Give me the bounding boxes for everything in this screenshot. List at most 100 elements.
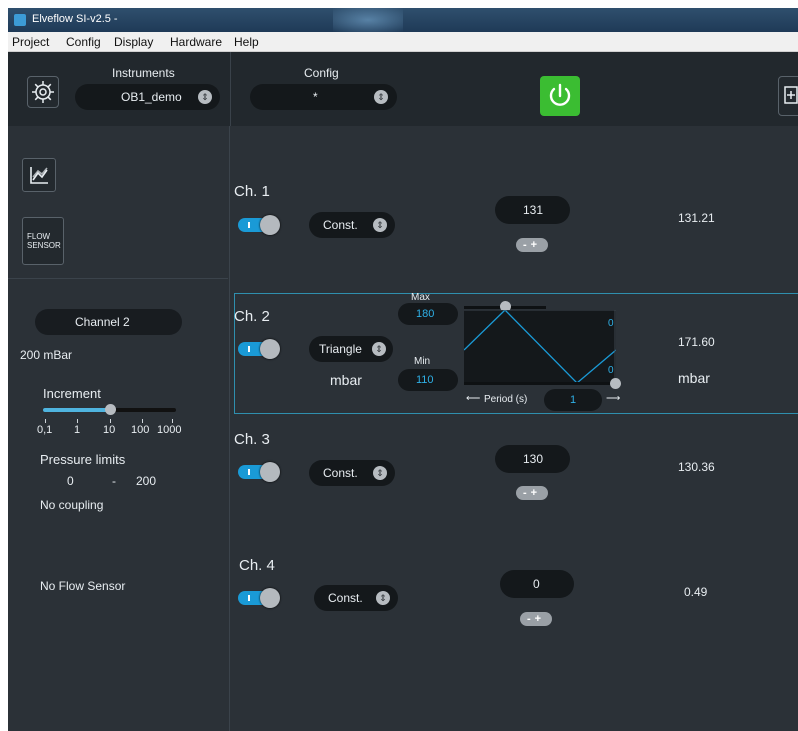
channel-1-mode-select[interactable]: Const. ⇕ [309, 212, 395, 238]
increment-tick-label: 1 [74, 424, 81, 436]
channel-2-reading: 171.60 [678, 335, 715, 349]
plot-button[interactable] [22, 158, 56, 192]
app-area: Instruments OB1_demo ⇕ Config * ⇕ FLOW S… [8, 52, 798, 731]
flow-label-line-1: FLOW [27, 232, 51, 241]
spinner-icon: ⇕ [198, 90, 212, 104]
channel-3-mode-select[interactable]: Const. ⇕ [309, 460, 395, 486]
menu-display[interactable]: Display [114, 35, 153, 49]
toggle-thumb [260, 339, 280, 359]
menu-hardware[interactable]: Hardware [170, 35, 222, 49]
app-icon [14, 14, 26, 26]
flow-sensor-button[interactable]: FLOW SENSOR [22, 217, 64, 265]
channel-3-reading: 130.36 [678, 460, 715, 474]
menu-bar: Project Config Display Hardware Help [8, 32, 798, 52]
pressure-limit-min: 0 [67, 474, 74, 488]
channel-2-min-field[interactable]: 110 [398, 369, 458, 391]
toggle-thumb [260, 462, 280, 482]
config-value: * [313, 90, 318, 104]
channel-4-toggle[interactable] [238, 588, 280, 608]
menu-config[interactable]: Config [66, 35, 101, 49]
channel-3-mode: Const. [323, 466, 358, 480]
toggle-on-mark [248, 595, 250, 601]
chart-icon [30, 167, 48, 184]
flow-label-line-2: SENSOR [27, 241, 61, 250]
channel-4-stepper[interactable]: -+ [520, 612, 552, 626]
channel-2-period-label: Period (s) [484, 394, 528, 405]
channel-4-setpoint: 0 [533, 577, 540, 591]
channel-select-value: Channel 2 [75, 315, 130, 329]
channel-4-mode-select[interactable]: Const. ⇕ [314, 585, 398, 611]
title-glow [333, 8, 403, 32]
channel-3-toggle[interactable] [238, 462, 280, 482]
increment-tick [110, 419, 111, 423]
waveform-bottom-label: 0 [608, 365, 614, 376]
spinner-icon: ⇕ [372, 342, 386, 356]
channel-3-stepper[interactable]: -+ [516, 486, 548, 500]
channel-4-reading: 0.49 [684, 585, 708, 599]
top-bar: Instruments OB1_demo ⇕ Config * ⇕ [8, 52, 798, 126]
channel-2-toggle[interactable] [238, 339, 280, 359]
increment-tick [77, 419, 78, 423]
power-button[interactable] [540, 76, 580, 116]
pressure-limit-max: 200 [136, 474, 157, 488]
left-arrow-icon[interactable]: ⟵ [466, 393, 480, 404]
channel-4-setpoint-field[interactable]: 0 [500, 570, 574, 598]
increment-tick [45, 419, 46, 423]
coupling-status: No coupling [40, 498, 104, 512]
power-icon [549, 83, 571, 106]
increment-tick-label: 0,1 [37, 424, 53, 436]
channel-3-setpoint-field[interactable]: 130 [495, 445, 570, 473]
channel-3-title: Ch. 3 [234, 431, 270, 448]
menu-help[interactable]: Help [234, 35, 259, 49]
channel-1-title: Ch. 1 [234, 183, 270, 200]
channel-select[interactable]: Channel 2 [35, 309, 182, 335]
instrument-select[interactable]: OB1_demo ⇕ [75, 84, 220, 110]
increment-tick [142, 419, 143, 423]
waveform-preview: 0 0 [463, 309, 617, 384]
config-select[interactable]: * ⇕ [250, 84, 397, 110]
channel-3-setpoint: 130 [523, 452, 544, 466]
right-arrow-icon[interactable]: ⟶ [606, 393, 620, 404]
menu-project[interactable]: Project [12, 35, 49, 49]
channel-2-max-value: 180 [416, 308, 435, 320]
channel-2-mode: Triangle [319, 342, 362, 356]
channel-1-setpoint-field[interactable]: 131 [495, 196, 570, 224]
channel-2-unit-left: mbar [330, 372, 362, 388]
increment-tick-label: 100 [131, 424, 150, 436]
settings-button[interactable] [27, 76, 59, 108]
config-label: Config [304, 66, 339, 80]
add-window-icon [784, 86, 798, 104]
toggle-on-mark [248, 222, 250, 228]
increment-tick-label: 1000 [157, 424, 182, 436]
channel-1-stepper[interactable]: -+ [516, 238, 548, 252]
channel-4-mode: Const. [328, 591, 363, 605]
left-divider [8, 278, 228, 279]
channel-2-period-value: 1 [570, 394, 577, 406]
channel-1-setpoint: 131 [523, 203, 544, 217]
channel-2-title: Ch. 2 [234, 308, 270, 325]
increment-slider-fill [43, 408, 111, 412]
channel-2-max-field[interactable]: 180 [398, 303, 458, 325]
settings-gear-icon [32, 81, 54, 103]
channel-1-reading: 131.21 [678, 211, 715, 225]
increment-tick-label: 10 [103, 424, 116, 436]
channel-1-mode: Const. [323, 218, 358, 232]
add-window-button[interactable] [778, 76, 798, 116]
min-slider-handle[interactable] [610, 378, 621, 389]
increment-slider-handle[interactable] [105, 404, 116, 415]
toggle-on-mark [248, 469, 250, 475]
spinner-icon: ⇕ [374, 90, 388, 104]
increment-tick [172, 419, 173, 423]
title-bar: Elveflow SI-v2.5 - [8, 8, 798, 32]
min-slider-track[interactable] [464, 382, 616, 385]
channel-4-title: Ch. 4 [239, 557, 275, 574]
channel-2-min-label: Min [414, 356, 431, 367]
channel-2-mode-select[interactable]: Triangle ⇕ [309, 336, 393, 362]
channel-2-max-label: Max [411, 292, 430, 303]
range-text: 200 mBar [20, 348, 73, 362]
toggle-thumb [260, 588, 280, 608]
window-title: Elveflow SI-v2.5 - [32, 13, 118, 25]
channel-1-toggle[interactable] [238, 215, 280, 235]
channel-2-min-value: 110 [416, 374, 434, 386]
channel-2-period-field[interactable]: 1 [544, 389, 602, 411]
